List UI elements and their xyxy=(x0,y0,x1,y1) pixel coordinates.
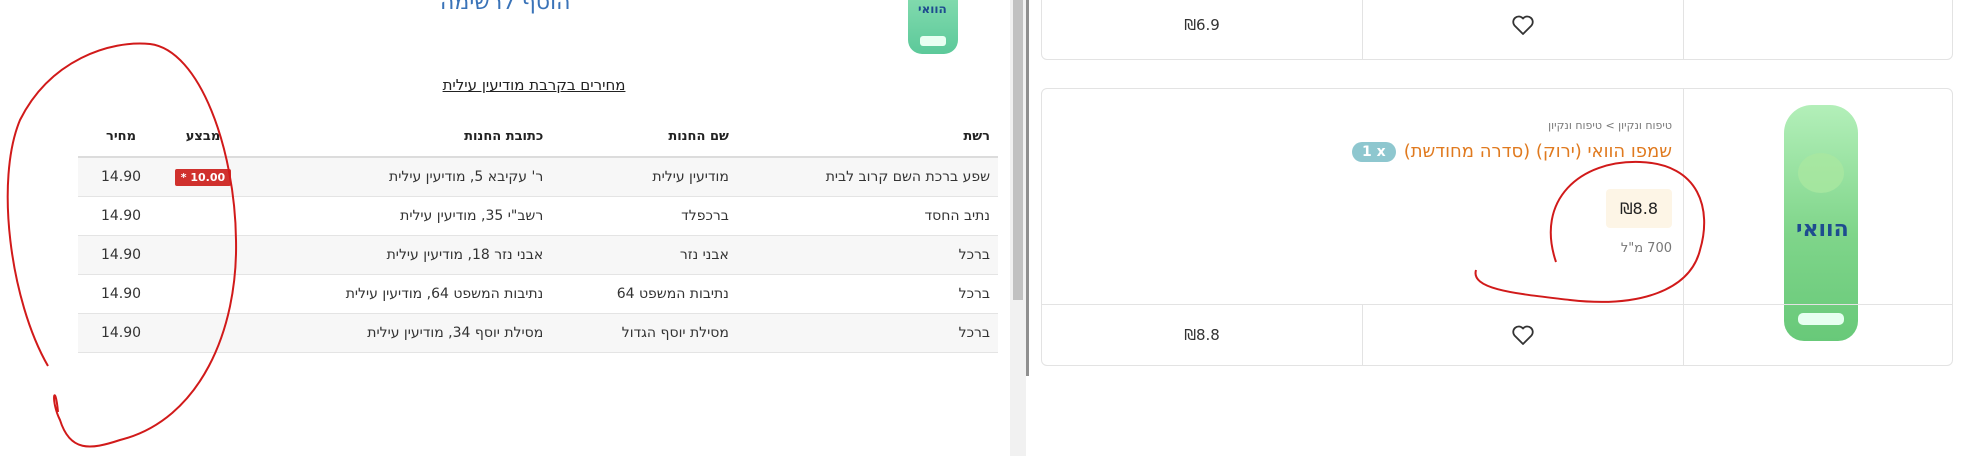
product-list-panel: ₪6.9 טיפוח ונקיון > טיפוח ונקיון שמפו הו… xyxy=(1029,0,1961,456)
aloe-leaf-graphic xyxy=(1798,153,1844,193)
table-row[interactable]: נתיב החסד ברכפלד רשב"י 35, מודיעין עילית… xyxy=(78,196,998,236)
cell-price: 14.90 xyxy=(78,274,164,314)
cell-store-name: ברכפלד xyxy=(551,196,737,236)
store-prices-panel: הוואי הוסף לרשימה מחירים בקרבת מודיעין ע… xyxy=(0,0,1010,456)
table-row[interactable]: ברכל נתיבות המשפט 64 נתיבות המשפט 64, מו… xyxy=(78,274,998,314)
heart-icon xyxy=(1512,325,1534,345)
prices-table: רשת שם החנות כתובת החנות מבצע מחיר שפע ב… xyxy=(78,116,998,353)
col-header-price: מחיר xyxy=(78,116,164,158)
favorite-button[interactable] xyxy=(1362,0,1684,59)
col-header-chain: רשת xyxy=(736,116,998,158)
table-header-row: רשת שם החנות כתובת החנות מבצע מחיר xyxy=(78,116,998,158)
cell-price: 14.90 xyxy=(78,235,164,275)
product-thumbnail: הוואי xyxy=(908,0,958,54)
product-price: ₪8.8 xyxy=(1606,189,1672,228)
cell-store-address: ר' עקיבא 5, מודיעין עילית xyxy=(242,157,552,197)
breadcrumb[interactable]: טיפוח ונקיון > טיפוח ונקיון xyxy=(1548,119,1672,132)
card-price: ₪6.9 xyxy=(1184,16,1220,34)
cell-promo xyxy=(164,196,242,236)
product-card[interactable]: טיפוח ונקיון > טיפוח ונקיון שמפו הוואי (… xyxy=(1041,88,1953,366)
cell-price: 14.90 xyxy=(78,196,164,236)
cell-promo xyxy=(164,313,242,353)
cell-chain: שפע ברכת השם קרוב לבית xyxy=(736,157,998,197)
cell-promo: * 10.00 xyxy=(164,157,242,197)
bottle-label xyxy=(920,36,946,46)
cell-store-address: מסילת יוסף 34, מודיעין עילית xyxy=(242,313,552,353)
prices-heading: מחירים בקרבת מודיעין עילית xyxy=(442,76,626,94)
promo-badge[interactable]: * 10.00 xyxy=(174,168,232,186)
card-image-column xyxy=(1683,0,1952,59)
cell-chain: ברכל xyxy=(736,274,998,314)
brand-logo: הוואי xyxy=(1796,217,1849,242)
product-volume: 700 מ"ל xyxy=(1620,241,1672,256)
cell-promo xyxy=(164,235,242,275)
product-card[interactable]: ₪6.9 xyxy=(1041,0,1953,60)
cell-store-address: אבני נזר 18, מודיעין עילית xyxy=(242,235,552,275)
left-pane-scrollbar[interactable] xyxy=(1010,0,1026,456)
product-title-text[interactable]: שמפו הוואי (ירוק) (סדרה מחודשת) xyxy=(1404,141,1672,162)
cell-store-name: מסילת יוסף הגדול xyxy=(551,313,737,353)
cell-store-name: נתיבות המשפט 64 xyxy=(551,274,737,314)
cell-store-address: נתיבות המשפט 64, מודיעין עילית xyxy=(242,274,552,314)
card-action-row: ₪8.8 xyxy=(1042,304,1952,365)
table-row[interactable]: ברכל אבני נזר אבני נזר 18, מודיעין עילית… xyxy=(78,235,998,275)
card-price: ₪8.8 xyxy=(1184,326,1220,344)
scrollbar-thumb[interactable] xyxy=(1013,0,1023,300)
cell-store-name: מודיעין עילית xyxy=(551,157,737,197)
cell-price: 14.90 xyxy=(78,313,164,353)
brand-logo: הוואי xyxy=(918,2,947,16)
cell-chain: נתיב החסד xyxy=(736,196,998,236)
col-header-store-name: שם החנות xyxy=(551,116,737,158)
col-header-promo: מבצע xyxy=(164,116,242,158)
cell-chain: ברכל xyxy=(736,235,998,275)
product-title[interactable]: שמפו הוואי (ירוק) (סדרה מחודשת) 1 x xyxy=(1352,141,1672,162)
add-to-list-link[interactable]: הוסף לרשימה xyxy=(440,0,570,15)
favorite-button[interactable] xyxy=(1362,305,1684,365)
quantity-badge[interactable]: 1 x xyxy=(1352,141,1396,162)
cell-store-name: אבני נזר xyxy=(551,235,737,275)
cell-store-address: רשב"י 35, מודיעין עילית xyxy=(242,196,552,236)
cell-promo xyxy=(164,274,242,314)
table-row[interactable]: ברכל מסילת יוסף הגדול מסילת יוסף 34, מוד… xyxy=(78,313,998,353)
heart-icon xyxy=(1512,15,1534,35)
table-row[interactable]: שפע ברכת השם קרוב לבית מודיעין עילית ר' … xyxy=(78,157,998,197)
cell-chain: ברכל xyxy=(736,313,998,353)
col-header-store-address: כתובת החנות xyxy=(242,116,552,158)
cell-price: 14.90 xyxy=(78,157,164,197)
